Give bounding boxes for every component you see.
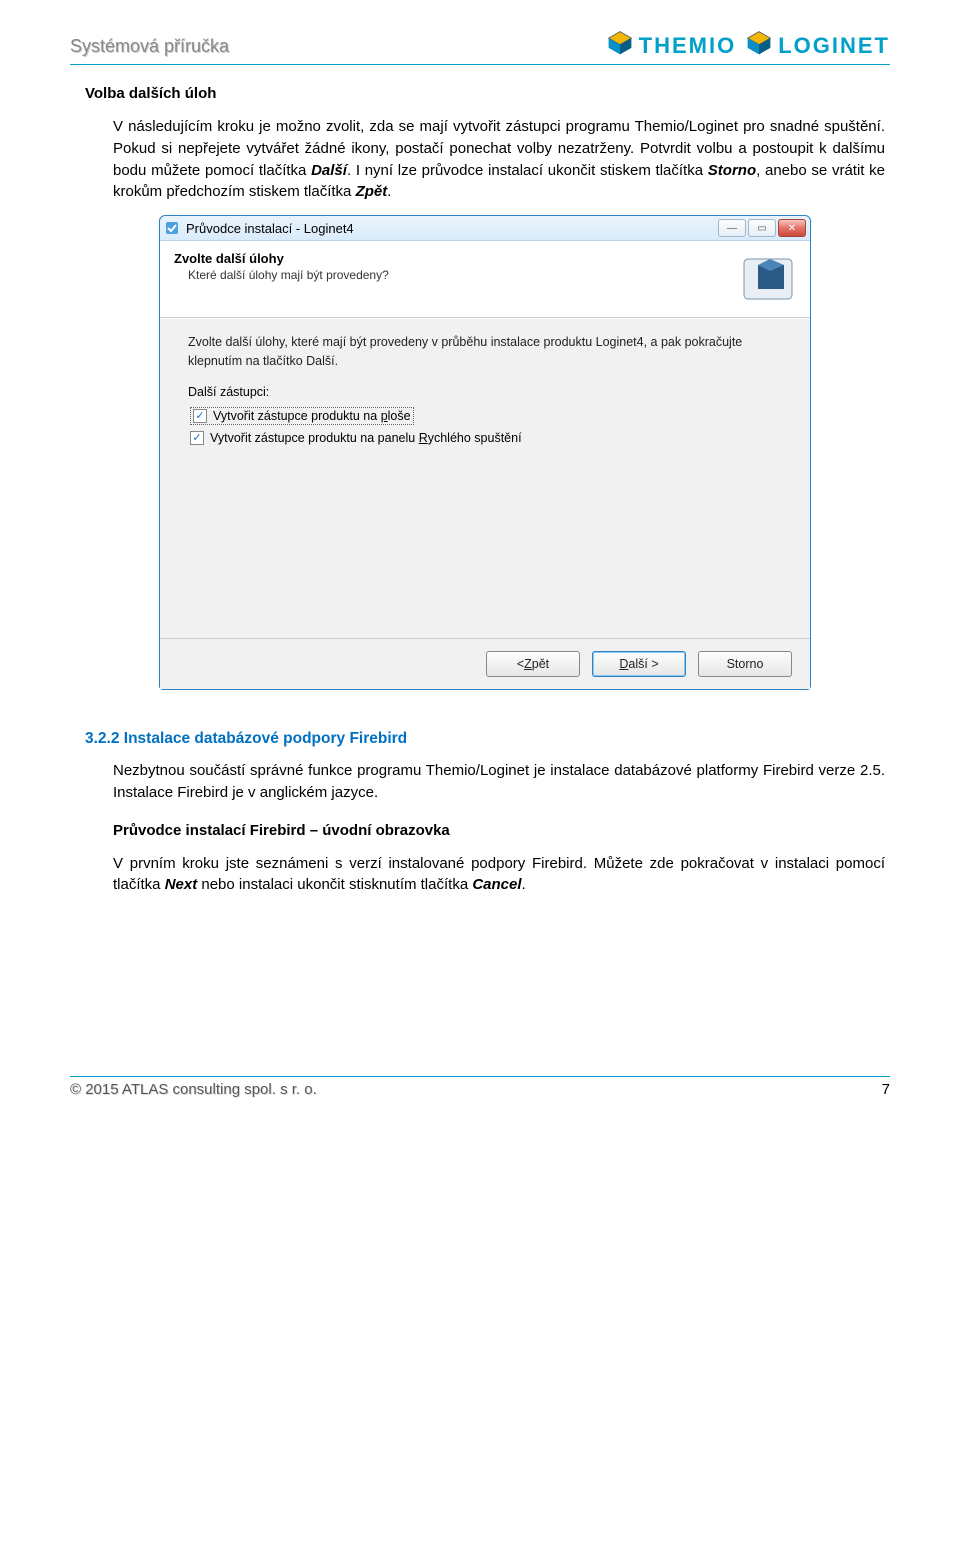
titlebar: Průvodce instalací - Loginet4 — ▭ ✕	[160, 216, 810, 241]
section2-para1: Nezbytnou součástí správné funkce progra…	[113, 760, 885, 804]
wizard-body: Zvolte další úlohy, které mají být prove…	[160, 318, 810, 638]
next-button[interactable]: Další >	[592, 651, 686, 677]
section1-para: V následujícím kroku je možno zvolit, zd…	[113, 116, 885, 203]
group-label: Další zástupci:	[188, 385, 782, 399]
checkbox-label: Vytvořit zástupce produktu na ploše	[213, 409, 411, 423]
cube-icon	[746, 30, 772, 62]
logos: THEMIO LOGINET	[607, 30, 890, 62]
minimize-button[interactable]: —	[718, 219, 746, 237]
cancel-button[interactable]: Storno	[698, 651, 792, 677]
section2-heading: 3.2.2 Instalace databázové podpory Fireb…	[85, 730, 885, 748]
section-heading: Volba dalších úloh	[85, 85, 885, 102]
section2-sub: Průvodce instalací Firebird – úvodní obr…	[113, 822, 885, 839]
wizard-subheading: Které další úlohy mají být provedeny?	[188, 268, 730, 282]
logo-themio: THEMIO	[607, 30, 737, 62]
wizard-heading: Zvolte další úlohy	[174, 251, 730, 266]
page-number: 7	[882, 1081, 890, 1098]
checkbox-label: Vytvořit zástupce produktu na panelu Ryc…	[210, 431, 522, 445]
app-icon	[164, 220, 180, 236]
checkbox-icon: ✓	[190, 431, 204, 445]
window-title: Průvodce instalací - Loginet4	[186, 221, 718, 236]
maximize-button[interactable]: ▭	[748, 219, 776, 237]
back-button[interactable]: < Zpět	[486, 651, 580, 677]
doc-title: Systémová příručka	[70, 36, 229, 57]
checkbox-desktop-shortcut[interactable]: ✓ Vytvořit zástupce produktu na ploše	[190, 407, 414, 425]
window-buttons: — ▭ ✕	[718, 219, 806, 237]
checkbox-quicklaunch-shortcut[interactable]: ✓ Vytvořit zástupce produktu na panelu R…	[190, 431, 782, 445]
logo-themio-text: THEMIO	[639, 33, 737, 59]
wizard-logo-icon	[740, 251, 796, 307]
logo-loginet-text: LOGINET	[778, 33, 890, 59]
wizard-button-row: < Zpět Další > Storno	[160, 638, 810, 689]
checkbox-icon: ✓	[193, 409, 207, 423]
installer-window: Průvodce instalací - Loginet4 — ▭ ✕ Zvol…	[159, 215, 811, 690]
section2-para2: V prvním kroku jste seznámeni s verzí in…	[113, 853, 885, 897]
logo-loginet: LOGINET	[746, 30, 890, 62]
wizard-intro: Zvolte další úlohy, které mají být prove…	[188, 333, 782, 371]
close-button[interactable]: ✕	[778, 219, 806, 237]
doc-header: Systémová příručka THEMIO LOGINET	[70, 30, 890, 65]
cube-icon	[607, 30, 633, 62]
copyright: © 2015 ATLAS consulting spol. s r. o.	[70, 1081, 317, 1098]
wizard-header: Zvolte další úlohy Které další úlohy maj…	[160, 241, 810, 318]
doc-footer: © 2015 ATLAS consulting spol. s r. o. 7	[70, 1076, 890, 1098]
